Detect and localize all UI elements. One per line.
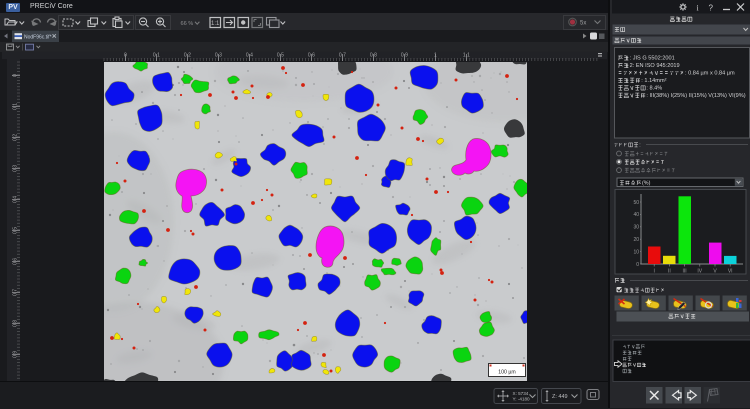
svg-text:Z: 449: Z: 449	[552, 394, 568, 400]
svg-text:0.7: 0.7	[12, 289, 18, 296]
svg-text:: 1.14mm²: : 1.14mm²	[641, 78, 666, 84]
svg-text:IV: IV	[697, 269, 702, 275]
svg-text:: 0.84 µm x 0.84 µm: : 0.84 µm x 0.84 µm	[685, 71, 735, 77]
svg-text:1: 1	[434, 53, 437, 59]
svg-text:0: 0	[636, 262, 639, 268]
svg-text:0.1: 0.1	[153, 53, 160, 59]
svg-text:I: I	[654, 269, 655, 275]
svg-text:0.9: 0.9	[401, 53, 408, 59]
svg-text:1.1: 1.1	[463, 53, 470, 59]
svg-text:20: 20	[633, 237, 639, 243]
svg-text:0.8: 0.8	[12, 320, 18, 327]
svg-text:NodF96c.tif*: NodF96c.tif*	[24, 34, 52, 40]
svg-text:VI: VI	[728, 269, 733, 275]
svg-text:0.8: 0.8	[370, 53, 377, 59]
svg-text:2: EN ISO 945:2019: 2: EN ISO 945:2019	[630, 63, 680, 69]
svg-text:0.6: 0.6	[12, 258, 18, 265]
svg-text:: JIS G 5502:2001: : JIS G 5502:2001	[630, 56, 675, 62]
svg-text:10: 10	[633, 249, 639, 255]
svg-text:0.9: 0.9	[12, 351, 18, 358]
svg-text:30: 30	[633, 225, 639, 231]
svg-text:0: 0	[12, 74, 18, 77]
svg-text:0.5: 0.5	[277, 53, 284, 59]
svg-text:1:1: 1:1	[211, 21, 220, 27]
svg-text:?: ?	[709, 4, 714, 13]
svg-text:: 8.4%: : 8.4%	[646, 86, 662, 92]
svg-text:100 µm: 100 µm	[498, 370, 515, 376]
svg-text:X: 5734: X: 5734	[513, 391, 529, 396]
svg-text:0.6: 0.6	[308, 53, 315, 59]
svg-text:0: 0	[124, 53, 127, 59]
svg-text:Y: -4180: Y: -4180	[513, 397, 531, 402]
svg-text:5x: 5x	[580, 21, 586, 27]
svg-text:50: 50	[633, 200, 639, 206]
svg-text:0.4: 0.4	[246, 53, 253, 59]
svg-text::: :	[639, 142, 640, 148]
svg-text:: III(38%) I(25%) II(15%) V(13: : III(38%) I(25%) II(15%) V(13%) VI(9%)	[646, 93, 745, 99]
svg-text:0.3: 0.3	[215, 53, 222, 59]
svg-text:(%): (%)	[642, 180, 651, 186]
svg-text:0.5: 0.5	[12, 227, 18, 234]
svg-text:0.3: 0.3	[12, 165, 18, 172]
svg-text:0.2: 0.2	[12, 134, 18, 141]
svg-text:II: II	[668, 269, 671, 275]
svg-text:40: 40	[633, 212, 639, 218]
svg-text:0.2: 0.2	[184, 53, 191, 59]
svg-text:III: III	[683, 269, 687, 275]
svg-text:0.7: 0.7	[339, 53, 346, 59]
svg-text:0.4: 0.4	[12, 196, 18, 203]
svg-text:66 %: 66 %	[181, 21, 194, 27]
svg-text:0.1: 0.1	[12, 103, 18, 110]
